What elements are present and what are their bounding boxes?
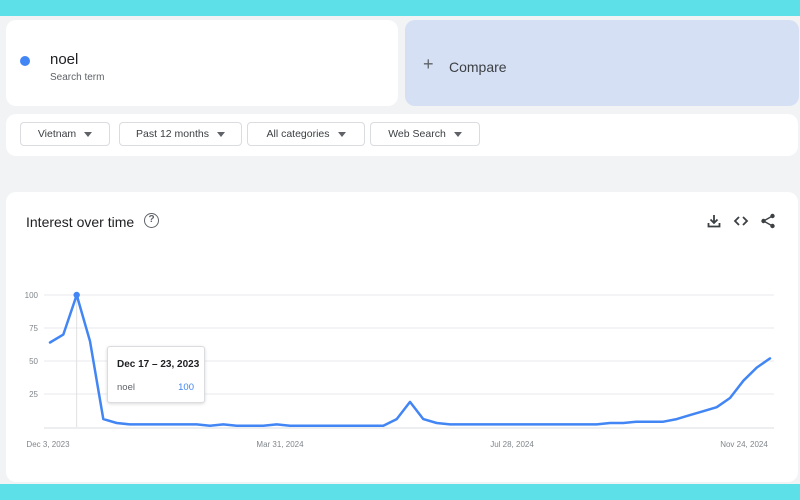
filter-time-range-label: Past 12 months (136, 128, 209, 140)
x-tick-label: Mar 31, 2024 (256, 440, 304, 449)
filter-search-type[interactable]: Web Search (370, 122, 480, 146)
compare-label: Compare (449, 59, 507, 75)
chevron-down-icon (337, 131, 346, 137)
x-tick-label: Nov 24, 2024 (720, 440, 768, 449)
y-tick-label: 100 (25, 291, 39, 300)
y-tick-label: 75 (29, 324, 38, 333)
search-term-card[interactable]: noel Search term (6, 20, 398, 106)
interest-over-time-card: Interest over time ? 100 75 50 25 Dec 3, 202… (6, 192, 798, 482)
interest-line-chart: 100 75 50 25 Dec 3, 2023 Mar 31, 2024 Jul 28, … (25, 291, 774, 449)
filter-search-type-label: Web Search (388, 128, 446, 140)
tooltip-date: Dec 17 – 23, 2023 (117, 359, 200, 370)
search-term-subtitle: Search term (50, 72, 105, 83)
y-tick-label: 25 (29, 390, 38, 399)
x-tick-label: Jul 28, 2024 (490, 440, 534, 449)
chevron-down-icon (84, 131, 93, 137)
y-tick-label: 50 (29, 357, 38, 366)
chevron-down-icon (216, 131, 225, 137)
series-color-dot (20, 56, 30, 66)
peak-point (73, 291, 80, 299)
filter-bar: Vietnam Past 12 months All categories We… (6, 114, 798, 156)
chevron-down-icon (453, 131, 462, 137)
trends-page: noel Search term + Compare Vietnam Past … (0, 16, 800, 484)
filter-category-label: All categories (266, 128, 330, 140)
filter-category[interactable]: All categories (247, 122, 365, 146)
filter-time-range[interactable]: Past 12 months (119, 122, 242, 146)
tooltip-value: 100 (178, 382, 194, 393)
filter-region-label: Vietnam (37, 128, 77, 140)
filter-region[interactable]: Vietnam (20, 122, 110, 146)
tooltip-term: noel (117, 382, 135, 393)
chart-tooltip: Dec 17 – 23, 2023 noel 100 (107, 346, 205, 403)
search-term-name[interactable]: noel (50, 51, 78, 68)
plus-icon: + (423, 54, 434, 74)
x-tick-label: Dec 3, 2023 (26, 440, 70, 449)
compare-button[interactable]: + Compare (405, 20, 799, 106)
